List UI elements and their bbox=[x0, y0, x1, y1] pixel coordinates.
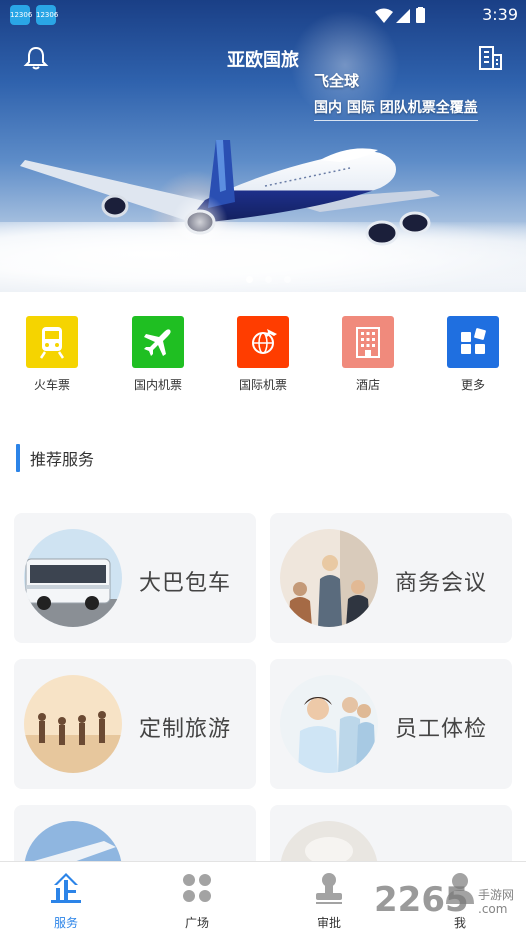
quick-item-label: 国内机票 bbox=[133, 378, 182, 392]
carousel-indicator bbox=[240, 268, 297, 287]
building-icon[interactable] bbox=[476, 44, 504, 72]
signal-icon bbox=[396, 9, 410, 23]
section-accent-bar bbox=[16, 444, 20, 472]
globe-plane-icon bbox=[237, 316, 289, 368]
stamp-icon bbox=[316, 873, 342, 904]
status-icons bbox=[375, 7, 425, 23]
section-header: 推荐服务 bbox=[16, 444, 94, 472]
page-title: 亚欧国旅 bbox=[227, 50, 299, 71]
quick-item-label: 酒店 bbox=[355, 378, 380, 392]
quick-item-domestic-flight[interactable]: 国内机票 bbox=[118, 316, 198, 393]
tab-square[interactable]: 广场 bbox=[157, 870, 237, 931]
carousel-dot[interactable] bbox=[265, 276, 272, 283]
quick-item-label: 更多 bbox=[460, 378, 485, 392]
wifi-icon bbox=[375, 8, 393, 23]
nav-label: 广场 bbox=[184, 916, 209, 930]
service-card-health-check[interactable]: 员工体检 bbox=[270, 659, 512, 789]
quick-item-hotel[interactable]: 酒店 bbox=[328, 316, 408, 393]
apps-icon bbox=[183, 874, 211, 902]
watermark-domain: .com bbox=[478, 902, 508, 916]
watermark-number: 2265 bbox=[374, 880, 469, 920]
tab-service[interactable]: 服务 bbox=[26, 870, 106, 931]
quick-menu: 火车票 国内机票 国际机票 酒店 更多 bbox=[0, 316, 526, 396]
status-time: 3:39 bbox=[482, 5, 518, 24]
plane-icon bbox=[132, 316, 184, 368]
tab-approval[interactable]: 审批 bbox=[289, 870, 369, 931]
quick-item-train[interactable]: 火车票 bbox=[12, 316, 92, 393]
service-label: 定制旅游 bbox=[139, 717, 232, 742]
enterprise-icon bbox=[51, 873, 81, 903]
service-label: 大巴包车 bbox=[139, 571, 232, 596]
airplane-image bbox=[20, 140, 440, 250]
service-label: 员工体检 bbox=[395, 717, 488, 742]
service-label: 商务会议 bbox=[395, 571, 488, 596]
service-card-bus[interactable]: 大巴包车 bbox=[14, 513, 256, 643]
bus-photo bbox=[24, 529, 122, 627]
banner-slogan-subtitle: 国内 国际 团队机票全覆盖 bbox=[314, 97, 478, 121]
banner[interactable]: 12306 12306 3:39 亚欧国旅 飞全球 国内 国际 团队机票全覆盖 bbox=[0, 0, 526, 292]
nurses-photo bbox=[280, 675, 378, 773]
banner-slogan-title: 飞全球 bbox=[314, 72, 360, 90]
quick-item-label: 国际机票 bbox=[238, 378, 287, 392]
train-icon bbox=[26, 316, 78, 368]
service-card-meeting[interactable]: 商务会议 bbox=[270, 513, 512, 643]
12306-app-icon: 12306 bbox=[10, 5, 32, 25]
nav-label: 服务 bbox=[53, 916, 78, 930]
grid-icon bbox=[447, 316, 499, 368]
slogan-underline bbox=[314, 120, 478, 121]
12306-app-icon: 12306 bbox=[36, 5, 58, 25]
quick-item-label: 火车票 bbox=[33, 378, 70, 392]
banner-slogan-text: 国内 国际 团队机票全覆盖 bbox=[314, 100, 478, 116]
carousel-dot[interactable] bbox=[284, 276, 291, 283]
status-bar: 12306 12306 3:39 bbox=[0, 0, 526, 32]
carousel-dot[interactable] bbox=[246, 276, 253, 283]
watermark: 2265 手游网 .com bbox=[374, 880, 524, 928]
beach-photo bbox=[24, 675, 122, 773]
section-title: 推荐服务 bbox=[30, 450, 95, 469]
battery-icon bbox=[416, 8, 425, 23]
quick-item-more[interactable]: 更多 bbox=[433, 316, 513, 393]
meeting-photo bbox=[280, 529, 378, 627]
hotel-icon bbox=[342, 316, 394, 368]
nav-label: 审批 bbox=[316, 916, 341, 930]
watermark-text: 手游网 bbox=[478, 888, 515, 902]
quick-item-international-flight[interactable]: 国际机票 bbox=[223, 316, 303, 393]
service-card-custom-tour[interactable]: 定制旅游 bbox=[14, 659, 256, 789]
